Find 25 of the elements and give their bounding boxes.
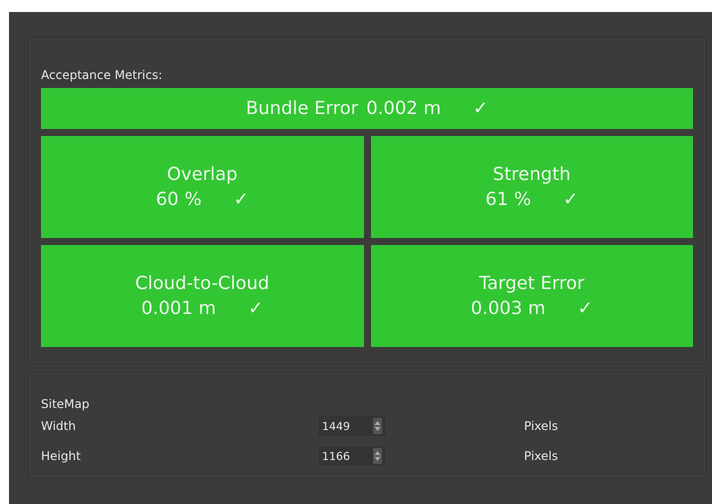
field-label: Height: [41, 449, 82, 463]
number-spinner[interactable]: 1449: [317, 415, 387, 437]
number-spinner[interactable]: 1166: [317, 445, 387, 467]
metric-name: Bundle Error: [246, 98, 358, 119]
spin-arrows-icon[interactable]: [373, 448, 382, 464]
check-mark: ✓: [578, 298, 593, 319]
metric-name: Cloud-to-Cloud: [135, 273, 270, 294]
metric-value: 61 %: [485, 189, 532, 210]
section-label: SiteMap: [41, 397, 90, 411]
metric-value: 0.002 m: [366, 98, 441, 119]
check-mark: ✓: [234, 189, 249, 210]
check-mark: ✓: [472, 98, 488, 119]
metric-name: Strength: [492, 164, 571, 185]
spin-arrows-icon[interactable]: [373, 418, 382, 434]
unit-label: Pixels: [524, 419, 559, 433]
field-label: Width: [41, 419, 77, 433]
metric-value: 0.001 m: [141, 298, 216, 319]
metric-name: Overlap: [166, 164, 238, 185]
metric-value: 0.003 m: [470, 298, 546, 319]
unit-label: Pixels: [524, 449, 559, 463]
metric-value: 60 %: [156, 189, 202, 210]
check-mark: ✓: [563, 189, 578, 210]
check-mark: ✓: [248, 298, 264, 319]
metric-name: Target Error: [479, 273, 584, 294]
section-label: Acceptance Metrics:: [41, 68, 162, 82]
